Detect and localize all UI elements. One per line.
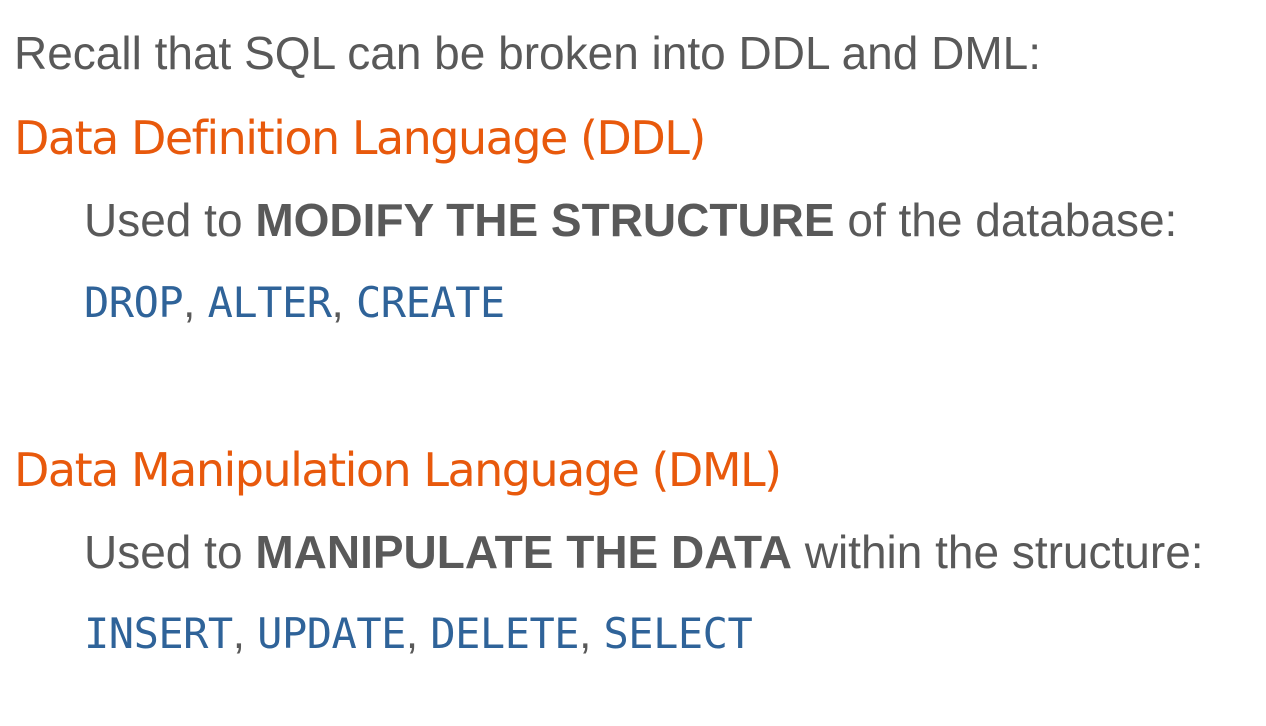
- ddl-command-drop: DROP: [84, 278, 184, 327]
- dml-description-emphasis: MANIPULATE THE DATA: [255, 526, 792, 578]
- dml-command-insert: INSERT: [84, 609, 233, 658]
- dml-description-suffix: within the structure:: [791, 526, 1204, 578]
- ddl-description: Used to MODIFY THE STRUCTURE of the data…: [84, 197, 1177, 243]
- separator: ,: [579, 609, 604, 658]
- dml-heading: Data Manipulation Language (DML): [14, 443, 782, 497]
- ddl-command-alter: ALTER: [207, 278, 332, 327]
- dml-command-update: UPDATE: [257, 609, 406, 658]
- separator: ,: [232, 609, 258, 658]
- ddl-commands: DROP, ALTER, CREATE: [84, 281, 505, 325]
- ddl-description-suffix: of the database:: [834, 194, 1178, 246]
- ddl-command-create: CREATE: [356, 278, 505, 327]
- dml-description: Used to MANIPULATE THE DATA within the s…: [84, 529, 1204, 575]
- ddl-description-emphasis: MODIFY THE STRUCTURE: [255, 194, 835, 246]
- separator: ,: [331, 278, 356, 327]
- ddl-description-prefix: Used to: [84, 194, 256, 246]
- dml-command-delete: DELETE: [430, 609, 580, 658]
- ddl-heading: Data Definition Language (DDL): [14, 111, 706, 165]
- separator: ,: [405, 609, 431, 658]
- intro-text: Recall that SQL can be broken into DDL a…: [14, 27, 1042, 79]
- dml-command-select: SELECT: [603, 609, 753, 658]
- dml-description-prefix: Used to: [84, 526, 256, 578]
- dml-commands: INSERT, UPDATE, DELETE, SELECT: [84, 609, 753, 658]
- separator: ,: [183, 278, 208, 327]
